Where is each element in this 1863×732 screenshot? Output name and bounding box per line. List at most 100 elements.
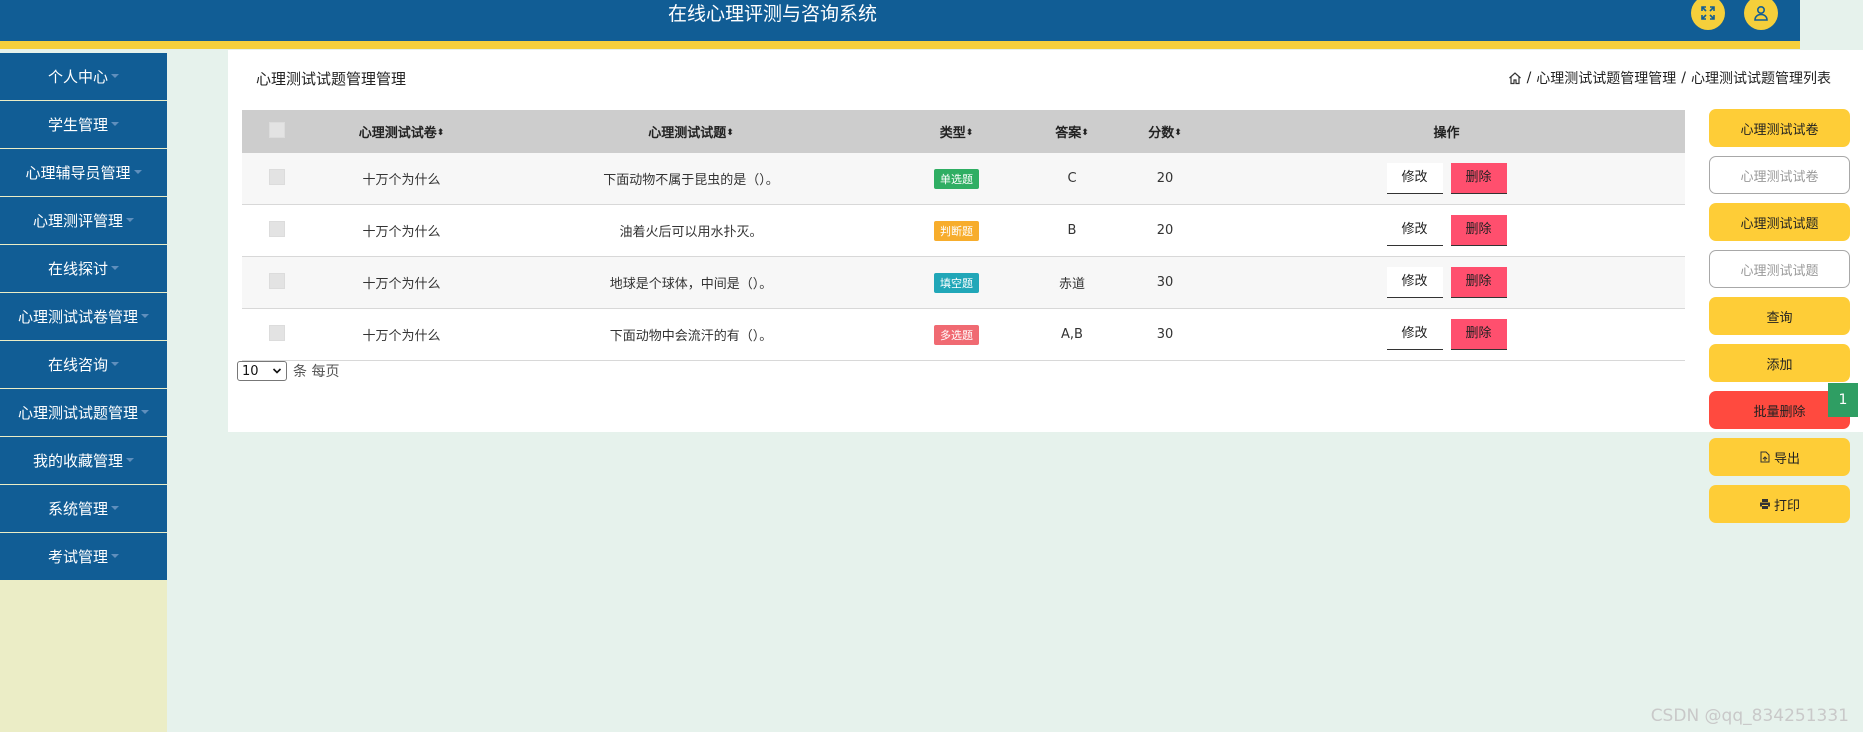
- question-filter-input[interactable]: 心理测试试题: [1709, 250, 1850, 288]
- paper-filter-button[interactable]: 心理测试试卷: [1709, 109, 1850, 147]
- caret-down-icon: [141, 409, 149, 414]
- sidebar-item-test-papers[interactable]: 心理测试试卷管理: [0, 293, 167, 340]
- type-badge: 判断题: [934, 220, 979, 241]
- cell-ops: 修改 删除: [1208, 153, 1685, 205]
- edit-button[interactable]: 修改: [1386, 319, 1443, 350]
- column-header-type[interactable]: 类型⬍: [891, 110, 1022, 153]
- select-all-cell: [242, 110, 312, 153]
- page-size-label: 条 每页: [293, 364, 340, 380]
- column-header-paper[interactable]: 心理测试试卷⬍: [312, 110, 491, 153]
- delete-button[interactable]: 删除: [1450, 319, 1507, 350]
- export-label: 导出: [1773, 451, 1800, 467]
- cell-paper: 十万个为什么: [312, 256, 491, 309]
- breadcrumb-separator: /: [1681, 70, 1686, 86]
- user-menu-button[interactable]: [1744, 0, 1778, 30]
- column-header-score[interactable]: 分数⬍: [1122, 110, 1208, 153]
- row-checkbox[interactable]: [269, 272, 285, 289]
- table-row: 十万个为什么 下面动物不属于昆虫的是（）。 单选题 C 20 修改 删除: [242, 153, 1685, 205]
- row-select-cell: [242, 256, 312, 309]
- row-checkbox[interactable]: [269, 168, 285, 185]
- edit-button[interactable]: 修改: [1386, 267, 1443, 298]
- caret-down-icon: [141, 313, 149, 318]
- print-label: 打印: [1773, 498, 1800, 514]
- cell-score: 30: [1122, 256, 1208, 309]
- sidebar-item-favorites[interactable]: 我的收藏管理: [0, 437, 167, 484]
- query-button[interactable]: 查询: [1709, 297, 1850, 335]
- cell-question: 地球是个球体，中间是（）。: [491, 256, 891, 309]
- sidebar-item-students[interactable]: 学生管理: [0, 101, 167, 148]
- questions-table: 心理测试试卷⬍ 心理测试试题⬍ 类型⬍ 答案⬍ 分数⬍ 操作 十万个为什么 下面…: [242, 110, 1685, 361]
- row-select-cell: [242, 153, 312, 205]
- sidebar-item-label: 系统管理: [47, 500, 108, 518]
- table-row: 十万个为什么 下面动物中会流汗的有（）。 多选题 A,B 30 修改 删除: [242, 308, 1685, 361]
- sidebar-item-consultation[interactable]: 在线咨询: [0, 341, 167, 388]
- home-icon[interactable]: [1508, 71, 1522, 85]
- cell-score: 20: [1122, 204, 1208, 257]
- add-button[interactable]: 添加: [1709, 344, 1850, 382]
- cell-type: 多选题: [891, 308, 1022, 361]
- sidebar-item-label: 考试管理: [47, 548, 108, 566]
- cell-question: 下面动物中会流汗的有（）。: [491, 308, 891, 361]
- sidebar-item-test-questions[interactable]: 心理测试试题管理: [0, 389, 167, 436]
- page-title: 心理测试试题管理管理: [256, 70, 407, 88]
- column-header-ops: 操作: [1208, 110, 1685, 153]
- breadcrumb: / 心理测试试题管理管理 / 心理测试试题管理列表: [1508, 68, 1831, 88]
- page-size-select[interactable]: 10: [237, 361, 287, 381]
- app-title: 在线心理评测与咨询系统: [667, 3, 877, 25]
- sidebar-item-system[interactable]: 系统管理: [0, 485, 167, 532]
- sidebar-item-discussion[interactable]: 在线探讨: [0, 245, 167, 292]
- cell-ops: 修改 删除: [1208, 256, 1685, 309]
- breadcrumb-item-module[interactable]: 心理测试试题管理管理: [1536, 68, 1676, 88]
- sort-icon: ⬍: [1081, 128, 1089, 138]
- row-checkbox[interactable]: [269, 324, 285, 341]
- caret-down-icon: [111, 361, 119, 366]
- type-badge: 多选题: [934, 324, 979, 345]
- main-panel: 心理测试试题管理管理 / 心理测试试题管理管理 / 心理测试试题管理列表 心理测…: [228, 50, 1863, 432]
- cell-ops: 修改 删除: [1208, 308, 1685, 361]
- sidebar-item-assessments[interactable]: 心理测评管理: [0, 197, 167, 244]
- breadcrumb-separator: /: [1526, 70, 1532, 86]
- edit-button[interactable]: 修改: [1386, 163, 1443, 194]
- table-header-row: 心理测试试卷⬍ 心理测试试题⬍ 类型⬍ 答案⬍ 分数⬍ 操作: [242, 110, 1685, 153]
- select-all-checkbox[interactable]: [269, 121, 285, 138]
- paper-filter-input[interactable]: 心理测试试卷: [1709, 156, 1850, 194]
- sidebar-item-label: 在线探讨: [47, 260, 108, 278]
- cell-ops: 修改 删除: [1208, 204, 1685, 257]
- cell-answer: A,B: [1022, 308, 1122, 361]
- edit-button[interactable]: 修改: [1386, 215, 1443, 246]
- column-header-question[interactable]: 心理测试试题⬍: [491, 110, 891, 153]
- sidebar-item-personal-center[interactable]: 个人中心: [0, 53, 167, 100]
- cell-type: 判断题: [891, 204, 1022, 257]
- sidebar-item-label: 在线咨询: [47, 356, 108, 374]
- column-header-label: 分数: [1148, 126, 1175, 141]
- column-header-answer[interactable]: 答案⬍: [1022, 110, 1122, 153]
- cell-question: 下面动物不属于昆虫的是（）。: [491, 153, 891, 205]
- delete-button[interactable]: 删除: [1450, 267, 1507, 298]
- cell-score: 30: [1122, 308, 1208, 361]
- column-header-label: 心理测试试卷: [358, 126, 437, 141]
- fullscreen-button[interactable]: [1691, 0, 1725, 30]
- cell-type: 单选题: [891, 153, 1022, 205]
- top-header: 在线心理评测与咨询系统: [0, 0, 1800, 49]
- row-checkbox[interactable]: [269, 220, 285, 237]
- sidebar-item-counselors[interactable]: 心理辅导员管理: [0, 149, 167, 196]
- question-filter-button[interactable]: 心理测试试题: [1709, 203, 1850, 241]
- pagination: 10 条 每页: [237, 361, 339, 381]
- sidebar-item-label: 心理测试试卷管理: [17, 308, 138, 326]
- sort-icon: ⬍: [726, 128, 734, 138]
- sidebar-item-exams[interactable]: 考试管理: [0, 533, 167, 580]
- delete-button[interactable]: 删除: [1450, 163, 1507, 194]
- caret-down-icon: [111, 121, 119, 126]
- print-button[interactable]: 打印: [1709, 485, 1850, 523]
- row-select-cell: [242, 204, 312, 257]
- caret-down-icon: [133, 169, 142, 174]
- delete-button[interactable]: 删除: [1450, 215, 1507, 246]
- chevron-down-icon: [272, 368, 282, 374]
- sort-icon: ⬍: [436, 128, 445, 138]
- type-badge: 填空题: [934, 272, 979, 293]
- column-header-label: 操作: [1433, 126, 1460, 141]
- export-button[interactable]: 导出: [1709, 438, 1850, 476]
- table-row: 十万个为什么 地球是个球体，中间是（）。 填空题 赤道 30 修改 删除: [242, 256, 1685, 309]
- page-size-value: 10: [242, 363, 259, 379]
- floating-badge[interactable]: 1: [1828, 383, 1858, 417]
